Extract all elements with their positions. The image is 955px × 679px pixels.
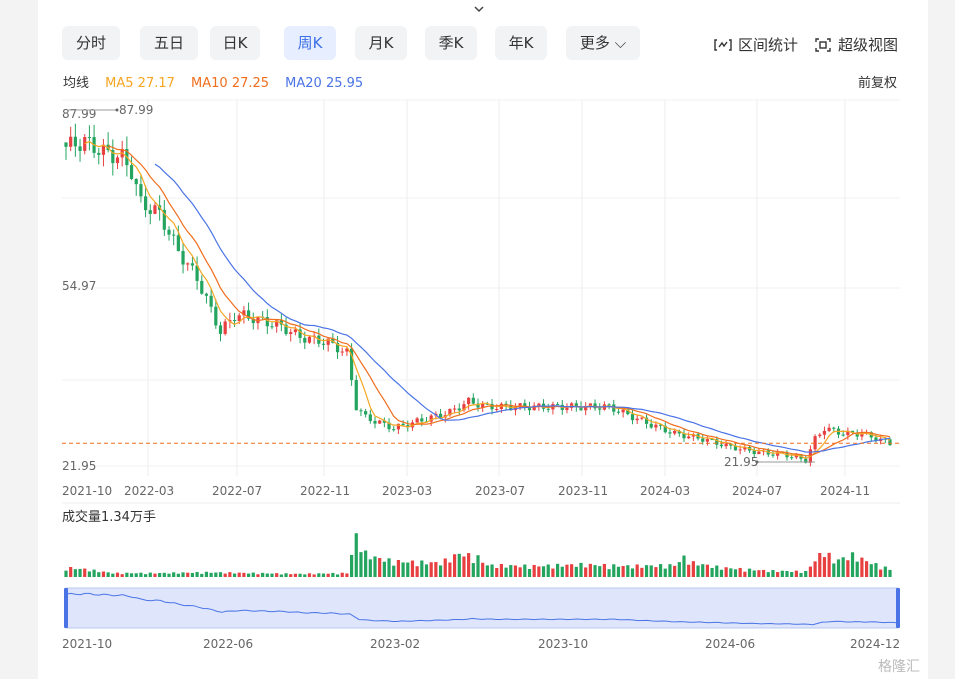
tab-4[interactable]: 月K — [355, 26, 407, 60]
ma-label: 均线 — [63, 76, 90, 91]
ma20-value: MA20 25.95 — [285, 76, 364, 91]
range-stats-icon — [714, 38, 732, 51]
fullscreen-icon — [815, 37, 831, 52]
ma-legend: 均线 MA5 27.17 MA10 27.25 MA20 25.95 — [63, 72, 375, 91]
tab-0[interactable]: 分时 — [62, 26, 120, 60]
ma5-value: MA5 27.17 — [105, 76, 175, 91]
tab-5[interactable]: 季K — [425, 26, 477, 60]
tab-6[interactable]: 年K — [495, 26, 547, 60]
adjust-selector[interactable]: 前复权 — [858, 72, 897, 91]
tab-7[interactable]: 更多 ⌵ — [566, 26, 640, 60]
watermark-text: 格隆汇 — [878, 659, 920, 675]
chevron-down-icon[interactable] — [472, 2, 486, 16]
ma10-value: MA10 27.25 — [191, 76, 270, 91]
chart-panel — [38, 0, 928, 679]
tab-1[interactable]: 五日 — [140, 26, 198, 60]
tab-2[interactable]: 日K — [210, 26, 260, 60]
super-view-button[interactable]: 超级视图 — [814, 34, 898, 55]
super-view-label: 超级视图 — [838, 36, 899, 54]
range-stats-label: 区间统计 — [738, 36, 799, 54]
range-stats-button[interactable]: 区间统计 — [714, 34, 798, 55]
tab-3[interactable]: 周K — [284, 26, 336, 60]
